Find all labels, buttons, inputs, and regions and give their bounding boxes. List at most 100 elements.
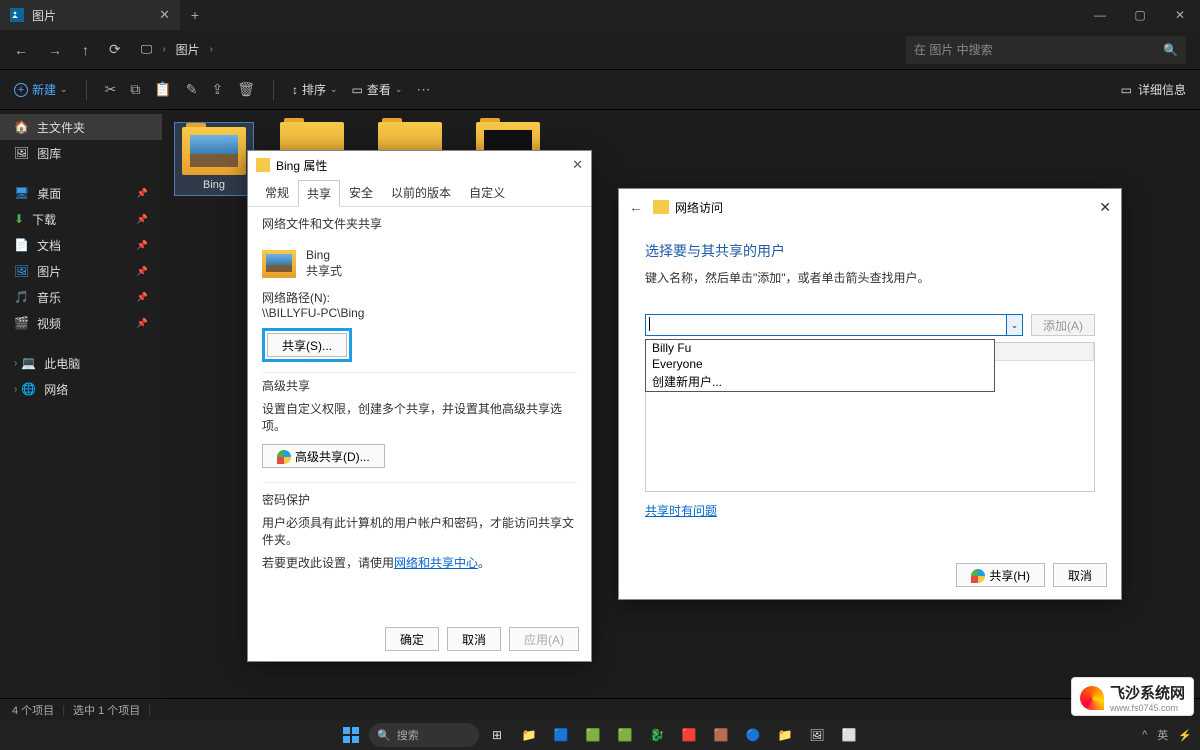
app-icon[interactable]: 🟫 [707, 723, 735, 747]
dropdown-option[interactable]: Billy Fu [646, 340, 994, 356]
shield-icon [277, 450, 291, 464]
user-combobox[interactable]: ⌄ [645, 314, 1023, 336]
tab-general[interactable]: 常规 [256, 179, 298, 206]
dialog-title: Bing 属性 [276, 157, 327, 174]
explorer-icon[interactable]: 📁 [515, 723, 543, 747]
copy-icon[interactable]: ⧉ [130, 81, 140, 98]
tab-customize[interactable]: 自定义 [460, 179, 514, 206]
share-button[interactable]: 共享(S)... [267, 333, 347, 357]
tab-previous-versions[interactable]: 以前的版本 [382, 179, 460, 206]
edge-icon[interactable]: 🔵 [739, 723, 767, 747]
minimize-button[interactable]: — [1080, 0, 1120, 30]
rename-icon[interactable]: ✎ [186, 81, 198, 98]
app-icon[interactable]: 🟩 [611, 723, 639, 747]
selection-count: 选中 1 个项目 [73, 702, 140, 718]
dialog-title: 网络访问 [675, 199, 723, 216]
sidebar-item-documents[interactable]: 📄 文档 📌 [0, 232, 162, 258]
new-tab-button[interactable]: + [180, 7, 210, 23]
task-view-icon[interactable]: ⊞ [483, 723, 511, 747]
app-icon[interactable]: 🟦 [547, 723, 575, 747]
folder-icon [262, 250, 296, 278]
app-icon[interactable]: 🟥 [675, 723, 703, 747]
apply-button[interactable]: 应用(A) [509, 627, 579, 651]
new-button[interactable]: + 新建 ⌄ [14, 81, 68, 98]
sidebar-item-gallery[interactable]: 🖼 图库 [0, 140, 162, 166]
start-button[interactable] [337, 723, 365, 747]
paste-icon[interactable]: 📋 [154, 81, 171, 98]
breadcrumb-item[interactable]: 图片 [176, 41, 200, 58]
folder-icon [653, 200, 669, 214]
chevron-down-icon: ⌄ [395, 84, 403, 95]
close-icon[interactable]: ✕ [572, 157, 583, 173]
monitor-icon: 🖵 [141, 42, 153, 57]
cut-icon[interactable]: ✂ [105, 81, 117, 98]
cancel-button[interactable]: 取消 [447, 627, 501, 651]
advanced-share-button[interactable]: 高级共享(D)... [262, 444, 385, 468]
forward-icon[interactable]: → [48, 42, 62, 58]
sidebar-item-home[interactable]: 🏠 主文件夹 [0, 114, 162, 140]
back-icon[interactable]: ← [14, 42, 28, 58]
toolbar: + 新建 ⌄ ✂ ⧉ 📋 ✎ ⇪ 🗑 ↕ 排序 ⌄ ▭ 查看 ⌄ ⋯ ▭ 详细信… [0, 70, 1200, 110]
sidebar-item-network[interactable]: › 🌐 网络 [0, 376, 162, 402]
sidebar-item-music[interactable]: 🎵 音乐 📌 [0, 284, 162, 310]
close-icon[interactable]: ✕ [1099, 199, 1111, 216]
tab-close-icon[interactable]: ✕ [159, 7, 170, 23]
dropdown-option[interactable]: Everyone [646, 356, 994, 372]
add-button[interactable]: 添加(A) [1031, 314, 1095, 336]
dialog-titlebar[interactable]: Bing 属性 ✕ [248, 151, 591, 179]
shield-icon [971, 569, 985, 583]
ok-button[interactable]: 确定 [385, 627, 439, 651]
app-icon[interactable]: 📁 [771, 723, 799, 747]
pin-icon: 📌 [137, 318, 148, 329]
tab-icon [10, 8, 24, 22]
chevron-down-icon[interactable]: ⌄ [1006, 315, 1022, 335]
more-icon[interactable]: ⋯ [416, 81, 430, 98]
sidebar-item-pictures[interactable]: 🖼 图片 📌 [0, 258, 162, 284]
pin-icon: 📌 [137, 214, 148, 225]
view-button[interactable]: ▭ 查看 ⌄ [352, 81, 403, 98]
system-tray[interactable]: ^ 英 ⚡ [1142, 727, 1192, 743]
search-icon: 🔍 [1163, 43, 1178, 57]
dropdown-option[interactable]: 创建新用户... [646, 372, 994, 391]
share-button[interactable]: 共享(H) [956, 563, 1045, 587]
sidebar-item-desktop[interactable]: 🖥 桌面 📌 [0, 180, 162, 206]
troubleshoot-link[interactable]: 共享时有问题 [645, 502, 717, 519]
window-tab[interactable]: 图片 ✕ [0, 0, 180, 30]
sidebar-item-label: 网络 [44, 381, 68, 398]
folder-icon [256, 158, 270, 172]
sidebar-item-thispc[interactable]: › 💻 此电脑 [0, 350, 162, 376]
cancel-button[interactable]: 取消 [1053, 563, 1107, 587]
chevron-up-icon[interactable]: ^ [1142, 729, 1147, 741]
chevron-right-icon: › [14, 358, 17, 369]
app-icon[interactable]: 🟩 [579, 723, 607, 747]
folder-item-bing[interactable]: Bing [174, 122, 254, 196]
dialog-titlebar[interactable]: ← 网络访问 ✕ [619, 189, 1121, 225]
desktop-icon: 🖥 [14, 186, 29, 200]
app-icon[interactable]: 🐉 [643, 723, 671, 747]
refresh-icon[interactable]: ⟳ [109, 41, 121, 58]
back-icon[interactable]: ← [629, 199, 643, 215]
taskbar-search[interactable]: 🔍 搜索 [369, 723, 479, 747]
tab-sharing[interactable]: 共享 [298, 180, 340, 207]
search-label: 搜索 [397, 727, 419, 743]
app-icon[interactable]: 🖼 [803, 723, 831, 747]
network-icon[interactable]: ⚡ [1178, 729, 1192, 742]
maximize-button[interactable]: ▢ [1120, 0, 1160, 30]
sidebar-item-videos[interactable]: 🎬 视频 📌 [0, 310, 162, 336]
app-icon[interactable]: ⬜ [835, 723, 863, 747]
details-button[interactable]: 详细信息 [1138, 81, 1186, 98]
share-icon[interactable]: ⇪ [211, 81, 223, 98]
breadcrumb[interactable]: 🖵 › 图片 › [141, 41, 213, 58]
separator [273, 80, 274, 100]
tab-title: 图片 [32, 7, 56, 24]
close-button[interactable]: ✕ [1160, 0, 1200, 30]
ime-indicator[interactable]: 英 [1157, 727, 1168, 743]
watermark-url: www.fs0745.com [1110, 703, 1185, 713]
sort-button[interactable]: ↕ 排序 ⌄ [292, 81, 338, 98]
tab-security[interactable]: 安全 [340, 179, 382, 206]
up-icon[interactable]: ↑ [82, 42, 89, 58]
delete-icon[interactable]: 🗑 [237, 81, 255, 98]
network-center-link[interactable]: 网络和共享中心 [394, 556, 478, 570]
search-box[interactable]: 在 图片 中搜索 🔍 [906, 36, 1186, 64]
sidebar-item-downloads[interactable]: ⬇ 下载 📌 [0, 206, 162, 232]
